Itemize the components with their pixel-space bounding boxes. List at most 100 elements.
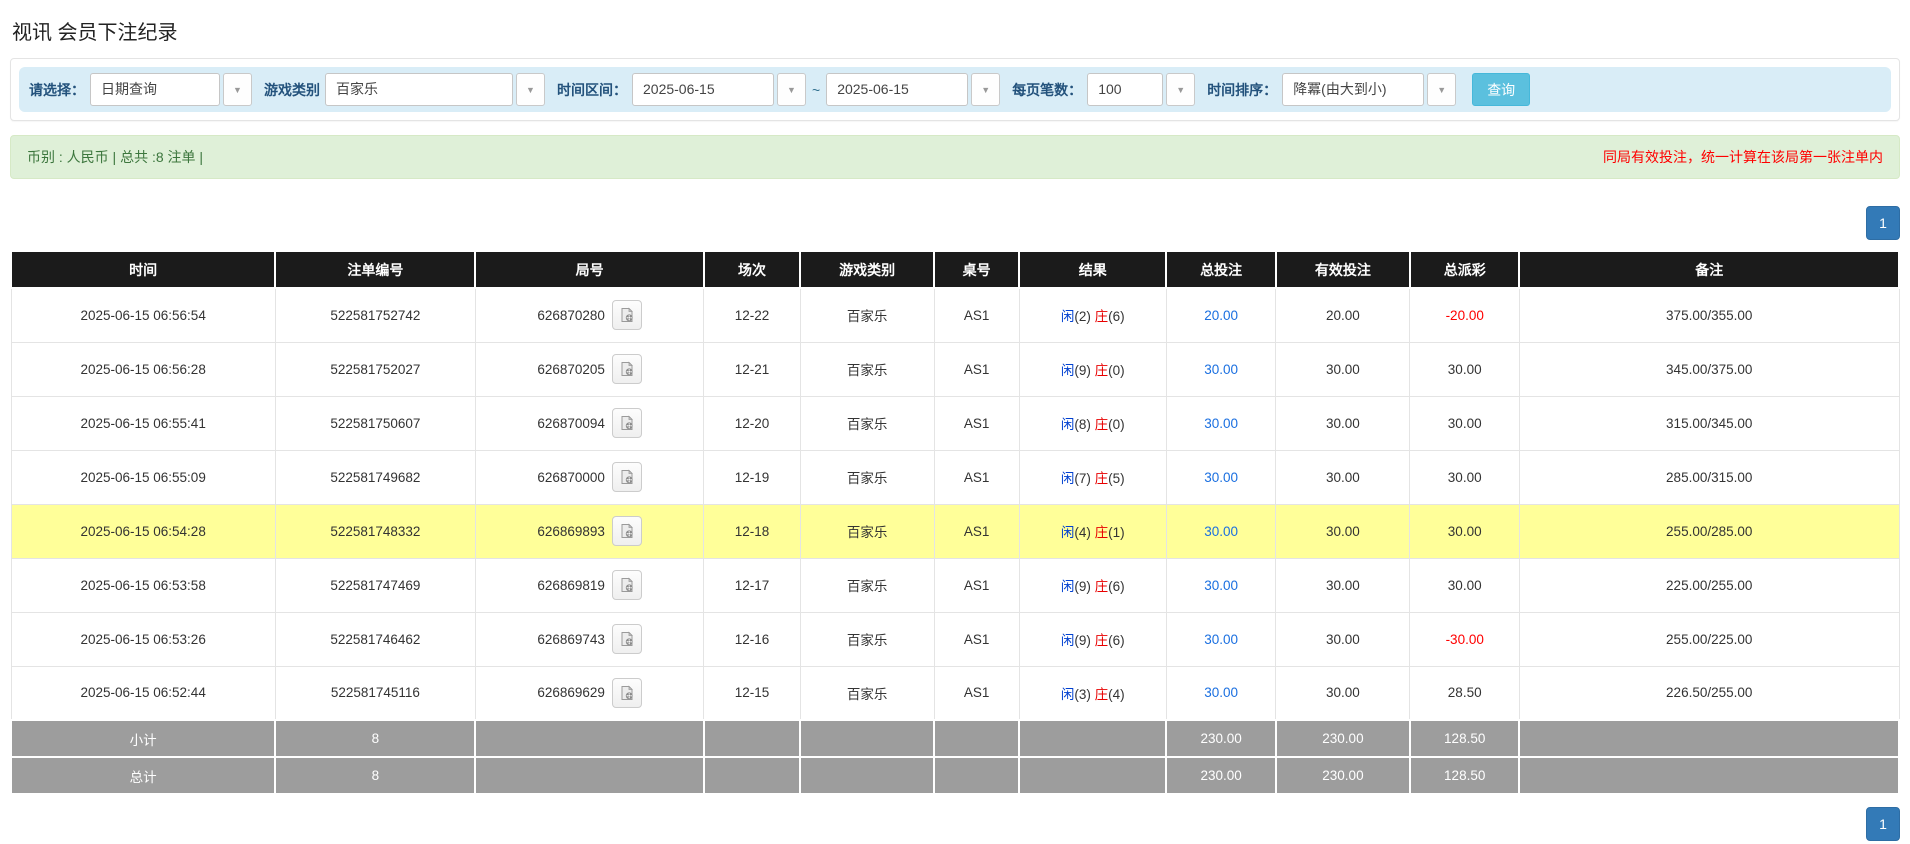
column-header: 总派彩 [1410,251,1520,288]
total-bet-link[interactable]: 30.00 [1166,612,1276,666]
footer-empty-cell [1019,720,1166,757]
chevron-down-icon[interactable]: ▼ [777,73,806,106]
valid-bet-cell: 30.00 [1276,558,1410,612]
total-bet-link[interactable]: 30.00 [1166,450,1276,504]
table-row[interactable]: 2025-06-15 06:55:09522581749682626870000… [11,450,1899,504]
subtotal-row: 小计8230.00230.00128.50 [11,720,1899,757]
chevron-down-icon[interactable]: ▼ [971,73,1000,106]
valid-bet-cell: 30.00 [1276,450,1410,504]
note-cell: 226.50/255.00 [1519,666,1899,720]
video-record-button[interactable] [612,354,642,384]
chevron-down-icon[interactable]: ▼ [223,73,252,106]
note-cell: 255.00/225.00 [1519,612,1899,666]
result-cell: 闲(9) 庄(6) [1019,612,1166,666]
game-type-cell: 百家乐 [800,450,934,504]
page-button-1[interactable]: 1 [1866,807,1900,841]
total-bet-link[interactable]: 30.00 [1166,666,1276,720]
result-player: 闲 [1061,633,1075,648]
date-to-value[interactable]: 2025-06-15 [826,73,968,106]
video-icon [619,523,635,539]
result-player: 闲 [1061,471,1075,486]
result-banker-score: (6) [1108,309,1125,324]
date-to-select[interactable]: 2025-06-15 ▼ [826,73,1000,106]
page-container: 视讯 会员下注纪录 请选择： 日期查询 ▼ 游戏类别 百家乐 ▼ 时间区间： 2… [0,0,1910,841]
table-row[interactable]: 2025-06-15 06:53:26522581746462626869743… [11,612,1899,666]
result-player-score: (7) [1074,471,1094,486]
result-player: 闲 [1061,363,1075,378]
total-bet-link[interactable]: 30.00 [1166,504,1276,558]
grand-total-row: 总计8230.00230.00128.50 [11,757,1899,794]
footer-count-cell: 8 [275,720,475,757]
result-banker: 庄 [1095,363,1109,378]
footer-label-cell: 小计 [11,720,275,757]
table-number-cell: AS1 [934,666,1019,720]
video-record-button[interactable] [612,516,642,546]
game-type-cell: 百家乐 [800,558,934,612]
round-id: 626870205 [537,362,605,377]
table-row[interactable]: 2025-06-15 06:54:28522581748332626869893… [11,504,1899,558]
column-header: 桌号 [934,251,1019,288]
query-type-select[interactable]: 日期查询 ▼ [90,73,252,106]
per-page-select[interactable]: 100 ▼ [1087,73,1195,106]
footer-total-bet-cell: 230.00 [1166,720,1276,757]
game-type-cell: 百家乐 [800,666,934,720]
time-cell: 2025-06-15 06:54:28 [11,504,275,558]
chevron-down-icon[interactable]: ▼ [516,73,545,106]
result-banker: 庄 [1095,309,1109,324]
video-record-button[interactable] [612,570,642,600]
video-record-button[interactable] [612,678,642,708]
date-from-select[interactable]: 2025-06-15 ▼ [632,73,806,106]
bet-id-cell: 522581748332 [275,504,475,558]
total-bet-link[interactable]: 30.00 [1166,396,1276,450]
chevron-down-icon[interactable]: ▼ [1166,73,1195,106]
table-number-cell: AS1 [934,450,1019,504]
total-bet-link[interactable]: 20.00 [1166,288,1276,342]
payout-cell: 30.00 [1410,450,1520,504]
footer-empty-cell [704,757,800,794]
game-type-select[interactable]: 百家乐 ▼ [325,73,545,106]
video-icon [619,631,635,647]
payout-cell: 30.00 [1410,396,1520,450]
result-banker-score: (5) [1108,471,1125,486]
time-sort-select[interactable]: 降冪(由大到小) ▼ [1282,73,1456,106]
result-player: 闲 [1061,525,1075,540]
note-cell: 225.00/255.00 [1519,558,1899,612]
table-row[interactable]: 2025-06-15 06:56:54522581752742626870280… [11,288,1899,342]
video-icon [619,415,635,431]
round-id-cell: 626869819 [475,558,703,612]
video-record-button[interactable] [612,408,642,438]
time-sort-value[interactable]: 降冪(由大到小) [1282,73,1424,106]
table-number-cell: AS1 [934,612,1019,666]
result-cell: 闲(9) 庄(0) [1019,342,1166,396]
video-record-button[interactable] [612,462,642,492]
table-row[interactable]: 2025-06-15 06:55:41522581750607626870094… [11,396,1899,450]
game-type-value[interactable]: 百家乐 [325,73,513,106]
footer-empty-cell [800,757,934,794]
result-player-score: (9) [1074,363,1094,378]
column-header: 有效投注 [1276,251,1410,288]
result-player: 闲 [1061,579,1075,594]
video-record-button[interactable] [612,624,642,654]
video-record-button[interactable] [612,300,642,330]
session-cell: 12-18 [704,504,800,558]
result-banker: 庄 [1095,687,1109,702]
bet-id-cell: 522581745116 [275,666,475,720]
footer-total-bet-cell: 230.00 [1166,757,1276,794]
round-id: 626870280 [537,308,605,323]
date-from-value[interactable]: 2025-06-15 [632,73,774,106]
per-page-value[interactable]: 100 [1087,73,1163,106]
total-bet-link[interactable]: 30.00 [1166,342,1276,396]
page-button-1[interactable]: 1 [1866,206,1900,240]
query-type-value[interactable]: 日期查询 [90,73,220,106]
result-cell: 闲(3) 庄(4) [1019,666,1166,720]
table-row[interactable]: 2025-06-15 06:53:58522581747469626869819… [11,558,1899,612]
total-bet-link[interactable]: 30.00 [1166,558,1276,612]
result-banker: 庄 [1095,579,1109,594]
round-id: 626869629 [537,685,605,700]
search-button[interactable]: 查询 [1472,73,1530,106]
chevron-down-icon[interactable]: ▼ [1427,73,1456,106]
round-id: 626870000 [537,470,605,485]
table-row[interactable]: 2025-06-15 06:56:28522581752027626870205… [11,342,1899,396]
table-row[interactable]: 2025-06-15 06:52:44522581745116626869629… [11,666,1899,720]
footer-empty-cell [475,720,703,757]
